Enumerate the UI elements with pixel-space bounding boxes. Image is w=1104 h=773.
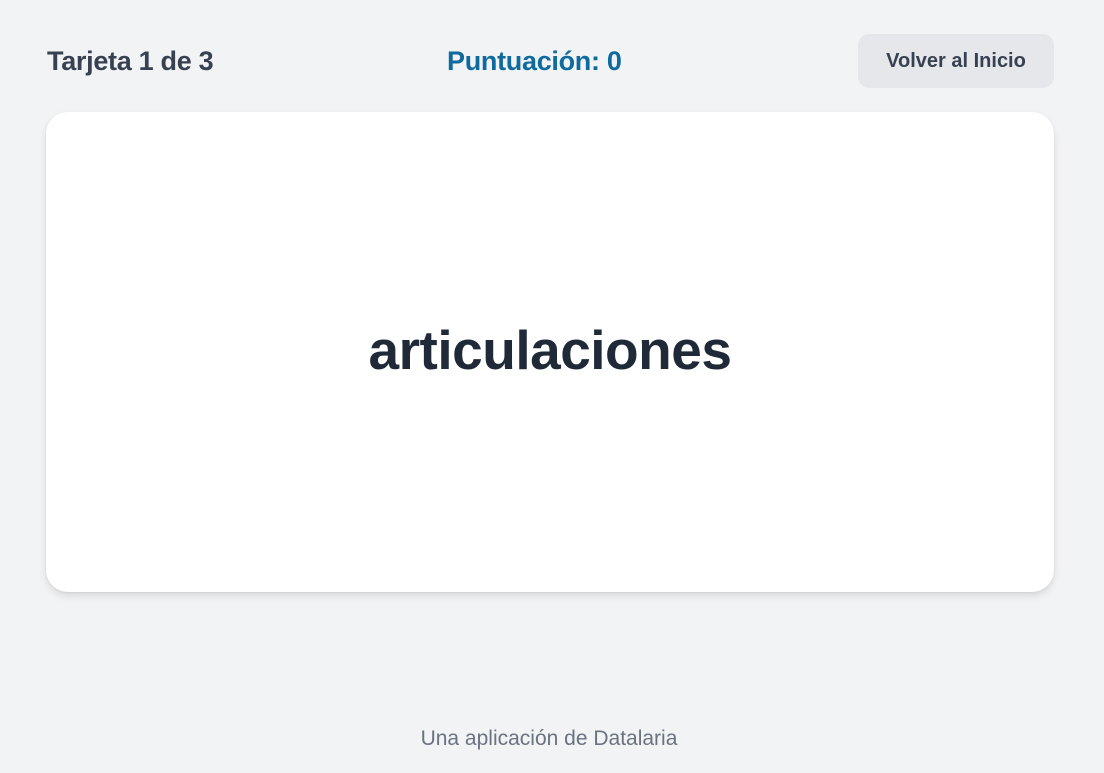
score-display: Puntuación: 0 — [447, 46, 622, 76]
flashcard-page: Tarjeta 1 de 3 Puntuación: 0 Volver al I… — [0, 0, 1104, 773]
card-counter: Tarjeta 1 de 3 — [47, 46, 214, 76]
back-home-button[interactable]: Volver al Inicio — [858, 34, 1054, 88]
flashcard-word: articulaciones — [368, 318, 732, 381]
flashcard[interactable]: articulaciones — [46, 112, 1054, 592]
footer-credit: Una aplicación de Datalaria — [420, 727, 678, 750]
